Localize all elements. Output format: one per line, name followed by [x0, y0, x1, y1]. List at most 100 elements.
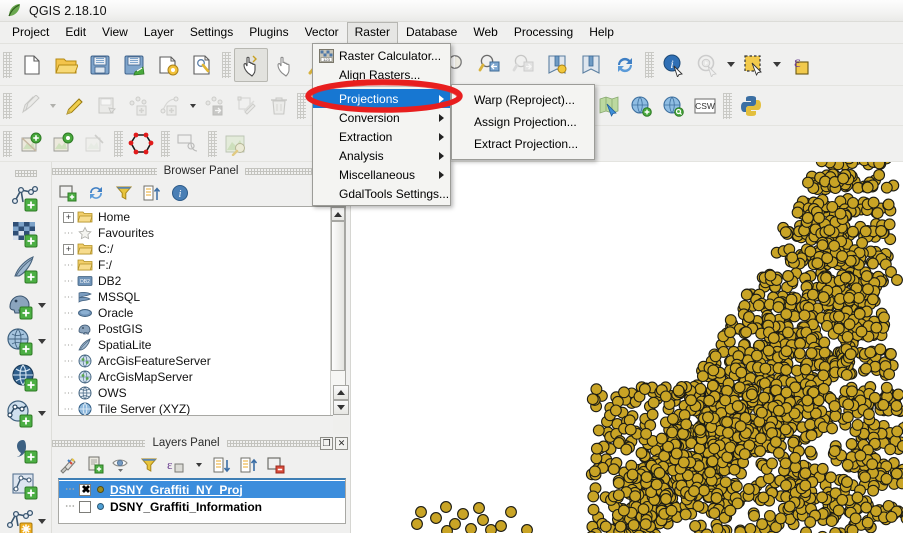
composer-manager-icon[interactable]: [185, 48, 219, 82]
node-tool-icon[interactable]: [231, 91, 263, 121]
current-edits-dropdown[interactable]: [47, 91, 59, 121]
reshape-features-icon[interactable]: [173, 129, 205, 159]
select-features-icon[interactable]: [737, 48, 771, 82]
new-memory-layer-icon[interactable]: [0, 504, 52, 533]
split-features-icon[interactable]: [220, 129, 252, 159]
browser-tree-item-c[interactable]: + C:/: [59, 241, 345, 257]
delete-selected-icon[interactable]: [263, 91, 295, 121]
open-project-icon[interactable]: [49, 48, 83, 82]
add-part-icon[interactable]: [155, 91, 187, 121]
show-map-tips-icon[interactable]: [540, 48, 574, 82]
toolbar-drag-handle[interactable]: [114, 130, 123, 157]
browser-tree-item-arcgismapserver[interactable]: ⋯ ArcGisMapServer: [59, 369, 345, 385]
pan-to-selection-icon[interactable]: [268, 48, 302, 82]
menu-view[interactable]: View: [94, 22, 136, 43]
scroll-up-button[interactable]: [333, 385, 349, 400]
new-print-composer-icon[interactable]: [151, 48, 185, 82]
select-features-dropdown[interactable]: [771, 50, 783, 80]
menu-item-extraction[interactable]: Extraction: [313, 127, 450, 146]
add-part-dropdown[interactable]: [187, 91, 199, 121]
move-feature-icon[interactable]: [199, 91, 231, 121]
pan-map-icon[interactable]: [234, 47, 268, 82]
toolbar-drag-handle[interactable]: [161, 130, 170, 157]
browser-tree-item-oracle[interactable]: ⋯ Oracle: [59, 305, 345, 321]
browser-panel-scroll-buttons[interactable]: [333, 385, 349, 434]
browser-tree-item-favourites[interactable]: ⋯ Favourites: [59, 225, 345, 241]
add-group-icon[interactable]: [85, 455, 105, 475]
scroll-down-button[interactable]: [333, 400, 349, 415]
add-raster-to-map-icon[interactable]: [15, 129, 47, 159]
menu-project[interactable]: Project: [4, 22, 57, 43]
browser-tree-item-mssql[interactable]: ⋯ MSSQL: [59, 289, 345, 305]
style-manager-icon[interactable]: [58, 455, 78, 475]
remove-layer-icon[interactable]: [266, 455, 286, 475]
browser-tree-item-db2[interactable]: ⋯ DB2 DB2: [59, 273, 345, 289]
toolbar-drag-handle[interactable]: [297, 92, 306, 119]
expand-node-icon[interactable]: +: [63, 243, 74, 255]
browser-tree[interactable]: + Home ⋯ Favourites + C:/ ⋯ F:/ ⋯ DB2 DB2 ⋯ MSSQL ⋯ Or…: [58, 206, 346, 416]
toolbar-drag-handle[interactable]: [3, 130, 12, 157]
menu-item-gdaltools-settings[interactable]: GdalTools Settings...: [313, 184, 450, 203]
add-postgis-layer-icon[interactable]: [0, 288, 52, 323]
browser-tree-item-spatialite[interactable]: ⋯ SpatiaLite: [59, 337, 345, 353]
add-wms-wmts-layer-icon[interactable]: [0, 324, 52, 359]
menu-layer[interactable]: Layer: [136, 22, 182, 43]
layer-visibility-checkbox[interactable]: [79, 500, 91, 513]
expression-filter-icon[interactable]: ε: [166, 455, 186, 475]
layer-list-item[interactable]: ⋯ DSNY_Graffiti_Information: [59, 498, 345, 515]
browser-tree-scrollbar[interactable]: [330, 207, 345, 415]
filter-legend-icon[interactable]: [139, 455, 159, 475]
chevron-down-icon[interactable]: [37, 519, 46, 524]
run-feature-action-dropdown[interactable]: [725, 50, 737, 80]
menu-item-raster-calculator[interactable]: 123 Raster Calculator...: [313, 46, 450, 65]
save-project-icon[interactable]: [83, 48, 117, 82]
browser-tree-item-tile-server-xyz[interactable]: ⋯ Tile Server (XYZ): [59, 401, 345, 415]
add-feature-icon[interactable]: [123, 91, 155, 121]
zoom-next-icon[interactable]: [506, 48, 540, 82]
add-circular-string-icon[interactable]: [47, 129, 79, 159]
expand-all-icon[interactable]: [212, 455, 232, 475]
filter-browser-icon[interactable]: [114, 183, 134, 203]
offset-curve-icon[interactable]: [79, 129, 111, 159]
toolbar-drag-handle[interactable]: [645, 51, 654, 78]
expand-node-icon[interactable]: +: [63, 211, 74, 223]
menu-web[interactable]: Web: [465, 22, 505, 43]
menu-help[interactable]: Help: [581, 22, 622, 43]
raster-menu-dropdown[interactable]: 123 Raster Calculator... Align Rasters..…: [312, 43, 451, 206]
toolbar-drag-handle[interactable]: [208, 130, 217, 157]
menu-item-warp-reproject[interactable]: Warp (Reproject)...: [452, 89, 594, 111]
menu-item-align-rasters[interactable]: Align Rasters...: [313, 65, 450, 84]
add-wfs-layer-icon[interactable]: [0, 396, 52, 431]
chevron-down-icon[interactable]: [37, 411, 46, 416]
collapse-all-icon[interactable]: [142, 183, 162, 203]
current-edits-icon[interactable]: [15, 91, 47, 121]
select-by-expression-icon[interactable]: ε: [783, 48, 817, 82]
layers-list[interactable]: ⋯ DSNY_Graffiti_NY_Proj ⋯ DSNY_Graffiti_Inf…: [58, 478, 346, 524]
zoom-last-icon[interactable]: [472, 48, 506, 82]
toolbar-drag-handle[interactable]: [3, 51, 12, 78]
add-georeferenced-layer-icon[interactable]: [593, 91, 625, 121]
map-canvas[interactable]: [350, 162, 903, 533]
menu-edit[interactable]: Edit: [57, 22, 94, 43]
add-vector-layer-icon[interactable]: [0, 180, 52, 215]
toggle-editing-icon[interactable]: [59, 91, 91, 121]
chevron-down-icon[interactable]: [37, 303, 46, 308]
menu-item-miscellaneous[interactable]: Miscellaneous: [313, 165, 450, 184]
refresh-icon[interactable]: [608, 48, 642, 82]
chevron-down-icon[interactable]: [37, 339, 46, 344]
menu-processing[interactable]: Processing: [506, 22, 581, 43]
add-selected-layers-icon[interactable]: [58, 183, 78, 203]
menu-plugins[interactable]: Plugins: [241, 22, 296, 43]
projections-submenu[interactable]: Warp (Reproject)... Assign Projection...…: [451, 84, 595, 160]
add-spatialite-layer-icon[interactable]: [0, 252, 52, 287]
browser-tree-item-home[interactable]: + Home: [59, 209, 345, 225]
new-project-icon[interactable]: [15, 48, 49, 82]
menu-vector[interactable]: Vector: [297, 22, 347, 43]
toolbar-drag-handle[interactable]: [14, 170, 37, 177]
save-project-as-icon[interactable]: [117, 48, 151, 82]
menu-item-assign-projection[interactable]: Assign Projection...: [452, 111, 594, 133]
new-bookmark-globe-icon[interactable]: [625, 91, 657, 121]
browser-tree-item-arcgisfeatureserver[interactable]: ⋯ ArcGisFeatureServer: [59, 353, 345, 369]
close-panel-button[interactable]: ✕: [335, 436, 348, 450]
menu-item-conversion[interactable]: Conversion: [313, 108, 450, 127]
